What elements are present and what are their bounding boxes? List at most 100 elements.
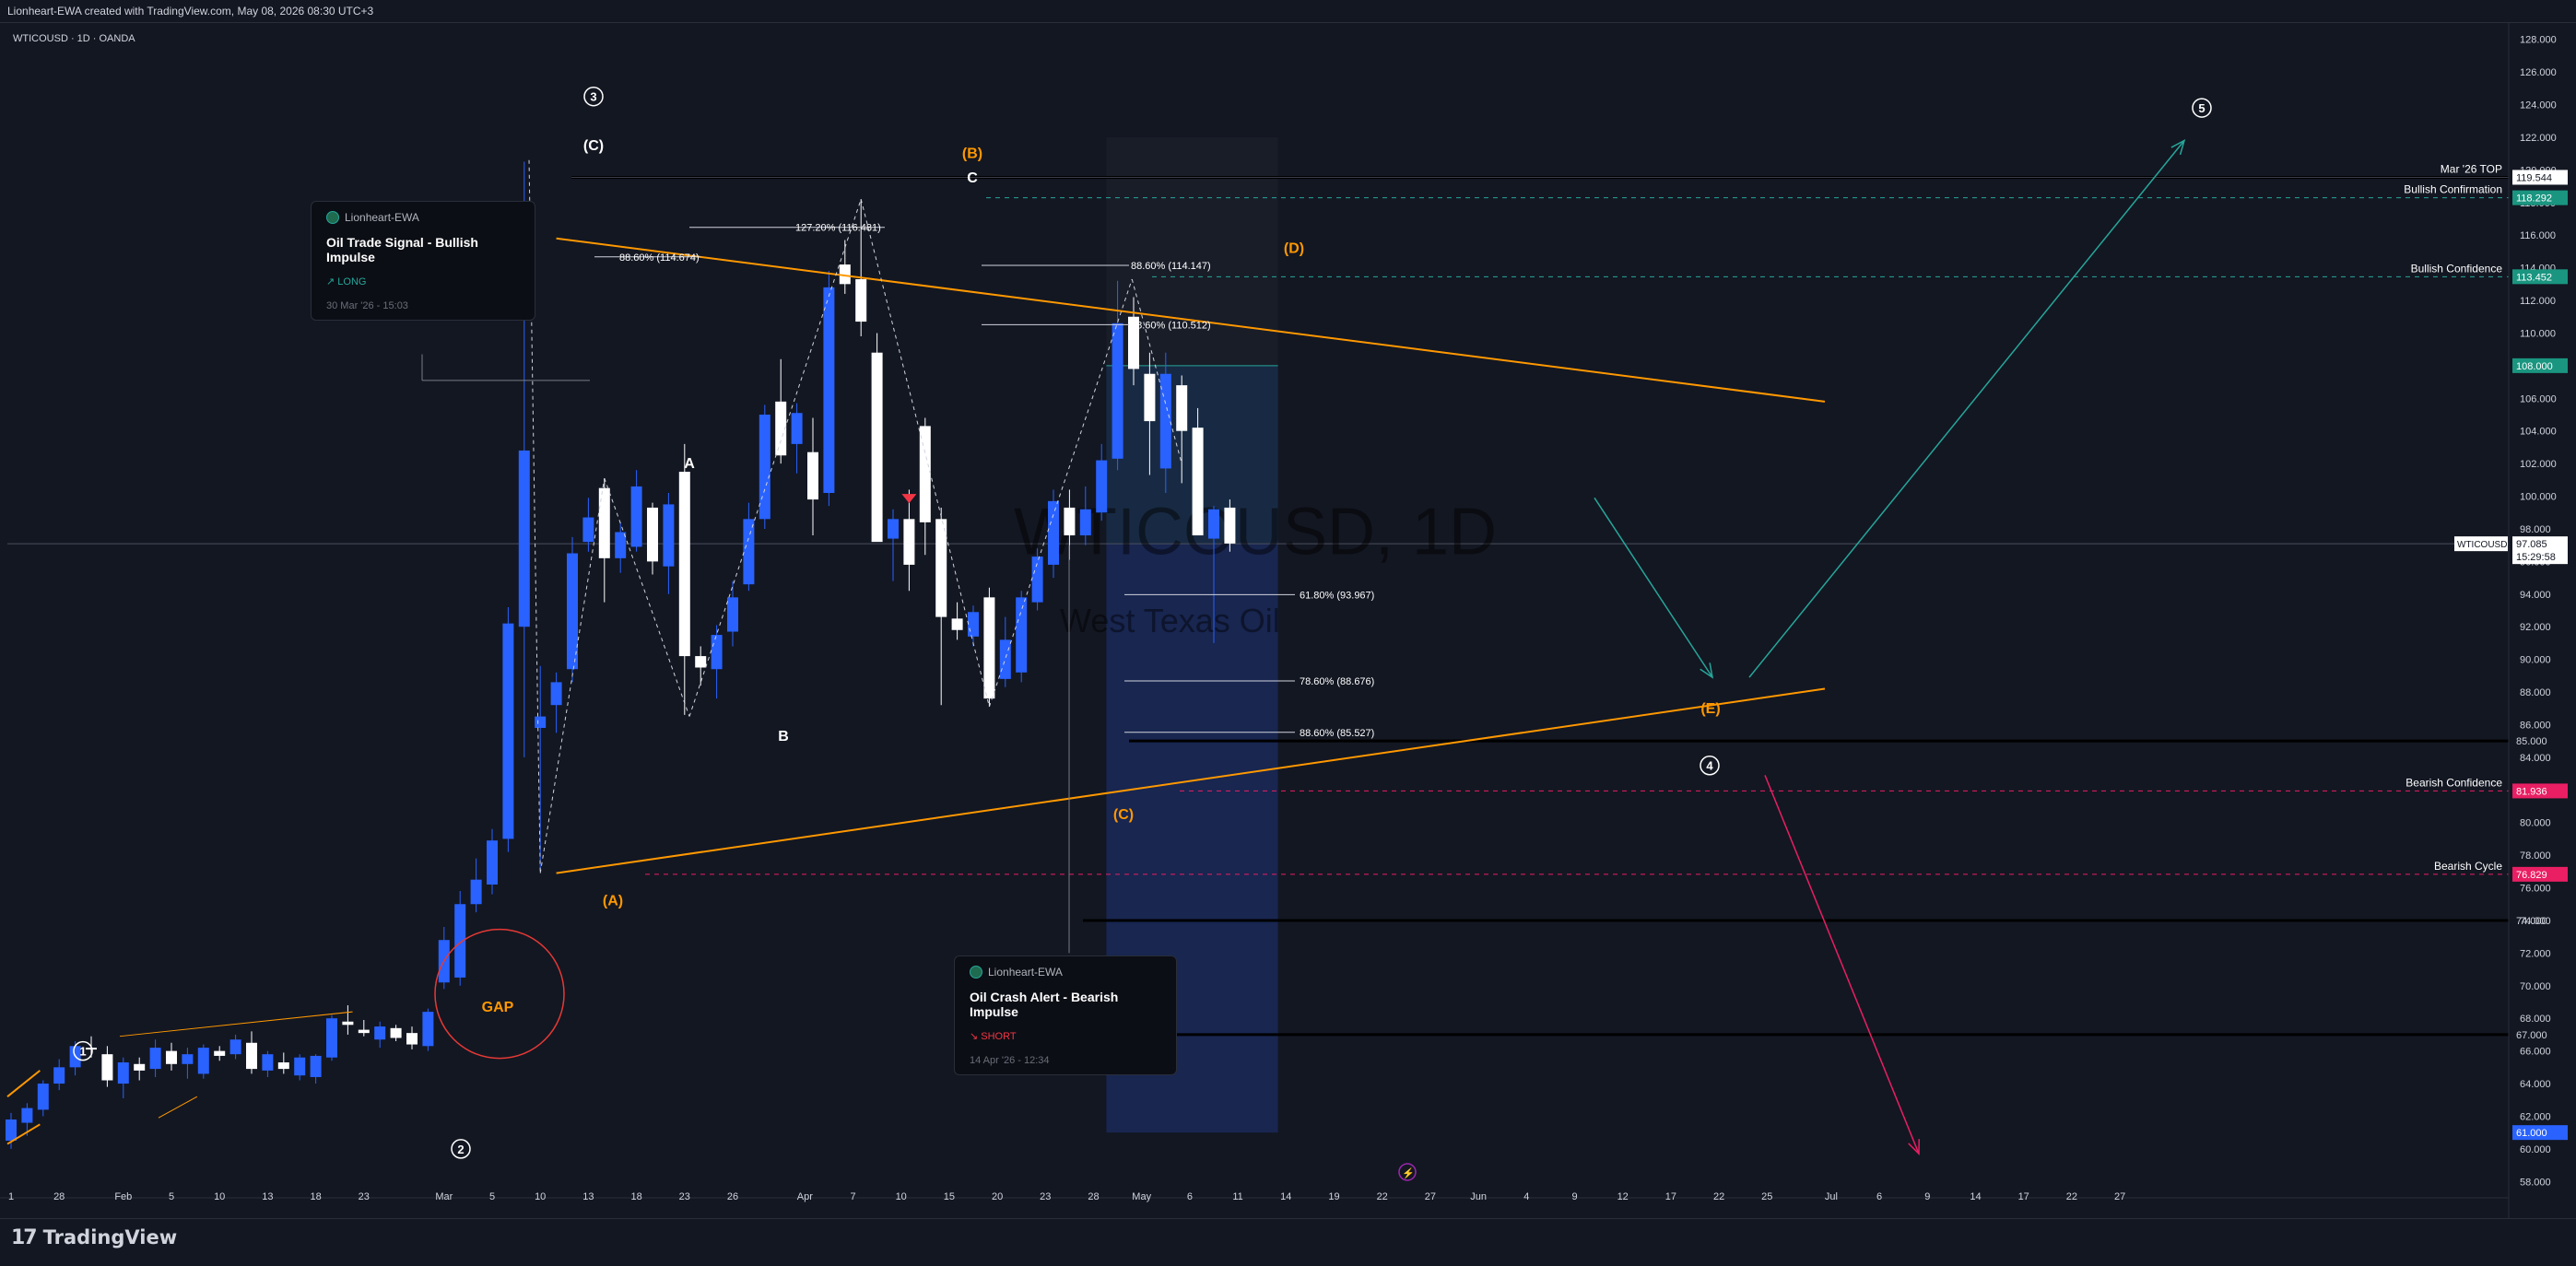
candle-up: [791, 413, 803, 444]
time-tick-label: 22: [2066, 1191, 2077, 1202]
price-tick-label: 70.000: [2520, 981, 2551, 992]
wave-label: 2: [457, 1143, 464, 1156]
author-avatar: [970, 966, 982, 979]
price-tick-label: 106.000: [2520, 393, 2557, 404]
time-tick-label: Apr: [797, 1191, 813, 1202]
price-tick-label: 110.000: [2520, 328, 2556, 339]
candle-up: [1016, 597, 1028, 673]
candle-down: [1224, 507, 1236, 544]
price-tick-label: 98.000: [2520, 524, 2551, 535]
price-tick-label: 68.000: [2520, 1014, 2551, 1025]
price-tick-label: 104.000: [2520, 427, 2557, 438]
card-title: Oil Crash Alert - Bearish Impulse: [970, 990, 1119, 1019]
candle-up: [518, 450, 530, 627]
candle-down: [390, 1027, 402, 1038]
time-tick-label: 19: [1328, 1191, 1339, 1202]
candle-down: [166, 1050, 177, 1064]
wave-label: (B): [962, 147, 982, 162]
time-tick-label: 20: [992, 1191, 1003, 1202]
wave-label: A: [684, 456, 695, 472]
candle-up: [1079, 509, 1091, 536]
candle-up: [310, 1055, 322, 1077]
time-tick-label: 10: [535, 1191, 546, 1202]
price-tick-label: 58.000: [2520, 1177, 2551, 1188]
price-badge-text: 118.292: [2516, 193, 2552, 205]
price-tick-label: 62.000: [2520, 1111, 2551, 1122]
tradingview-logo-icon: 17: [11, 1225, 38, 1249]
fib-label: 88.60% (114.674): [619, 252, 700, 264]
time-tick-label: Jun: [1470, 1191, 1487, 1202]
tradingview-wordmark: TradingView: [42, 1226, 178, 1248]
price-badge-text: 108.000: [2516, 361, 2553, 372]
last-price-countdown: 15:29:58: [2516, 552, 2556, 563]
time-tick-label: 5: [489, 1191, 495, 1202]
price-badge-text: 76.829: [2516, 870, 2547, 881]
time-tick-label: 26: [727, 1191, 738, 1202]
price-badge-text: 113.452: [2516, 272, 2552, 283]
candle-up: [535, 716, 547, 728]
wave-label: 5: [2198, 101, 2205, 115]
candle-down: [871, 352, 883, 543]
candle-up: [470, 879, 482, 905]
candle-up: [502, 623, 514, 839]
candle-up: [711, 635, 723, 670]
time-tick-label: Mar: [435, 1191, 453, 1202]
wave-label: (C): [583, 138, 604, 154]
candle-up: [727, 597, 738, 632]
time-tick-label: 9: [1924, 1191, 1930, 1202]
time-tick-label: 11: [1232, 1191, 1242, 1202]
price-tick-label: 116.000: [2520, 230, 2556, 241]
price-tick-label: 78.000: [2520, 850, 2551, 862]
candle-down: [358, 1029, 370, 1034]
price-badge-text: 74.000: [2516, 916, 2547, 927]
candle-up: [663, 504, 675, 567]
candle-down: [101, 1054, 113, 1081]
time-tick-label: 6: [1187, 1191, 1193, 1202]
candle-up: [1031, 557, 1043, 603]
price-tick-label: 66.000: [2520, 1047, 2551, 1058]
candle-down: [342, 1021, 354, 1026]
time-tick-label: 10: [896, 1191, 907, 1202]
time-tick-label: 1: [8, 1191, 14, 1202]
candle-down: [935, 519, 947, 617]
price-tick-label: 86.000: [2520, 720, 2551, 731]
price-tick-label: 126.000: [2520, 67, 2557, 78]
time-tick-label: 23: [1040, 1191, 1051, 1202]
price-tick-label: 124.000: [2520, 100, 2557, 111]
card-title: Oil Trade Signal - Bullish Impulse: [326, 235, 478, 264]
fib-label: 88.60% (114.147): [1131, 261, 1211, 272]
candle-down: [807, 451, 818, 500]
candle-up: [53, 1067, 65, 1084]
price-tick-label: 88.000: [2520, 687, 2551, 698]
level-label: Bearish Confidence: [2405, 776, 2502, 789]
candle-up: [759, 415, 770, 520]
candle-down: [855, 279, 867, 322]
candle-up: [1096, 460, 1108, 513]
time-tick-label: 28: [1088, 1191, 1099, 1202]
level-label: Mar '26 TOP: [2441, 162, 2502, 175]
price-tick-label: 102.000: [2520, 459, 2557, 470]
candle-up: [37, 1084, 49, 1110]
candle-down: [695, 656, 707, 668]
price-tick-label: 64.000: [2520, 1079, 2551, 1090]
last-price-symbol: WTICOUSD: [2457, 540, 2507, 550]
time-tick-label: 17: [1665, 1191, 1676, 1202]
wave-label: (D): [1284, 240, 1304, 256]
candle-down: [1144, 373, 1156, 422]
price-badge-text: 67.000: [2516, 1030, 2547, 1041]
candle-up: [229, 1039, 241, 1055]
lightning-glyph: ⚡: [1402, 1167, 1415, 1179]
price-badge-text: 81.936: [2516, 786, 2547, 797]
price-tick-label: 80.000: [2520, 818, 2551, 829]
time-tick-label: 6: [1876, 1191, 1882, 1202]
signal-card-short[interactable]: Lionheart-EWA Oil Crash Alert - Bearish …: [954, 955, 1177, 1075]
candle-up: [21, 1108, 33, 1123]
candle-down: [214, 1050, 226, 1056]
fib-label: 61.80% (93.967): [1300, 590, 1374, 601]
wave-label: (C): [1113, 807, 1134, 823]
tradingview-logo[interactable]: 17 TradingView: [11, 1224, 177, 1251]
candle-down: [678, 471, 690, 657]
candle-up: [823, 287, 835, 493]
signal-card-long[interactable]: Lionheart-EWA Oil Trade Signal - Bullish…: [311, 201, 535, 321]
card-date: 30 Mar '26 - 15:03: [326, 300, 408, 311]
